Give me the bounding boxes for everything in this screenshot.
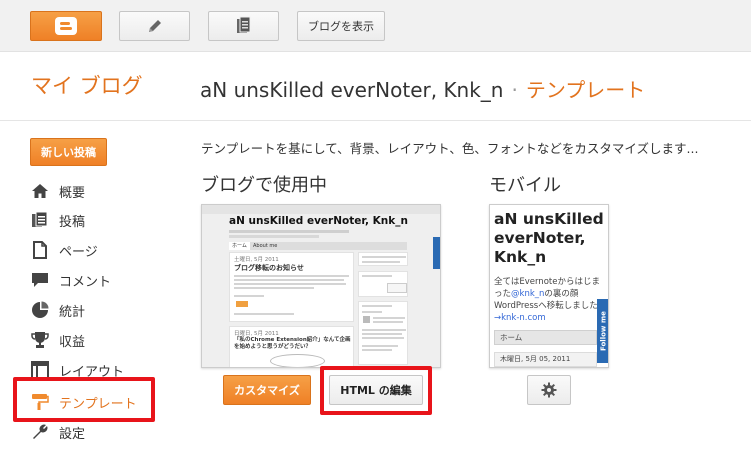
preview-button — [387, 283, 407, 293]
sidebar-item-label: 概要 — [59, 185, 86, 201]
sidebar-item-overview[interactable]: 概要 — [31, 179, 85, 203]
title-separator: · — [511, 78, 518, 102]
preview-text-line — [234, 275, 349, 277]
mobile-site-link: →knk-n.com — [494, 313, 546, 323]
preview-text-line — [234, 287, 314, 289]
wrench-icon — [33, 424, 48, 439]
preview-text-line — [234, 279, 344, 281]
in-use-heading: ブログで使用中 — [201, 175, 327, 196]
preview-text-line — [362, 337, 404, 339]
comment-icon — [32, 273, 48, 287]
preview-text-line — [234, 295, 264, 297]
new-post-button[interactable]: 新しい投稿 — [30, 138, 107, 166]
preview-avatar — [363, 316, 370, 323]
mobile-blog-description: 全てはEvernoteからはじまった@knk_nの裏の顔 WordPressへ移… — [494, 276, 602, 324]
sidebar-item-label: 設定 — [59, 426, 86, 442]
trophy-icon — [31, 332, 49, 348]
new-post-pencil-button[interactable] — [119, 11, 190, 41]
preview-follow-tab — [433, 237, 440, 269]
documents-icon — [236, 16, 250, 33]
sidebar-item-posts[interactable]: 投稿 — [31, 208, 85, 232]
preview-post-date: 土曜日, 5月 2011 — [234, 257, 279, 263]
preview-text-line — [362, 275, 392, 277]
posts-list-button[interactable] — [208, 11, 279, 41]
sidebar-item-comments[interactable]: コメント — [31, 268, 111, 292]
header-divider — [0, 120, 751, 121]
preview-text-line — [362, 329, 406, 331]
preview-text-line — [373, 321, 403, 323]
preview-post-date: 日曜日, 5月 2011 — [234, 331, 279, 337]
preview-browser-bar — [202, 205, 440, 214]
sidebar-item-label: ページ — [59, 244, 98, 260]
blogger-home-button[interactable] — [30, 11, 102, 41]
sidebar-item-stats[interactable]: 統計 — [31, 298, 85, 322]
preview-post-title: 「私のChrome Extension紹介」なんて企画を始めようと思うがどうだい… — [234, 337, 351, 350]
pencil-icon — [148, 20, 161, 32]
pages-icon — [33, 241, 47, 259]
mobile-heading: モバイル — [489, 175, 561, 196]
preview-blog-desc-2 — [229, 235, 319, 238]
preview-text-line — [234, 283, 346, 285]
sidebar-item-label: 収益 — [59, 334, 86, 350]
preview-text-line — [362, 333, 402, 335]
desktop-template-preview[interactable]: aN unsKilled everNoter, Knk_n ホーム About … — [201, 204, 441, 368]
preview-tab: About me — [253, 243, 278, 249]
mobile-blog-title: aN unsKilled everNoter, Knk_n — [494, 210, 604, 266]
sidebar-item-pages[interactable]: ページ — [31, 238, 98, 262]
my-blogs-link[interactable]: マイ ブログ — [31, 70, 143, 100]
home-icon — [32, 184, 48, 198]
preview-image — [270, 354, 325, 367]
template-highlight-box — [13, 377, 155, 422]
preview-badge — [236, 301, 248, 307]
page-title: aN unsKilled everNoter, Knk_n · テンプレート — [200, 74, 645, 103]
preview-tab: ホーム — [229, 242, 250, 250]
template-description: テンプレートを基にして、背景、レイアウト、色、フォントなどをカスタマイズします.… — [201, 141, 699, 156]
preview-post-card: 土曜日, 5月 2011 ブログ移転のお知らせ — [229, 252, 354, 322]
preview-blog-title: aN unsKilled everNoter, Knk_n — [229, 215, 408, 227]
preview-sidebar-widget — [358, 252, 408, 266]
gear-icon — [541, 382, 557, 398]
preview-text-line — [362, 305, 392, 307]
preview-post-title: ブログ移転のお知らせ — [234, 264, 304, 272]
mobile-post-date: 木曜日, 5月 05, 2011 — [494, 352, 597, 367]
mobile-template-preview[interactable]: aN unsKilled everNoter, Knk_n 全てはEvernot… — [489, 204, 609, 368]
current-page-name: テンプレート — [525, 78, 646, 102]
top-toolbar: ブログを表示 — [0, 0, 751, 52]
blogger-logo-icon — [55, 17, 77, 35]
view-blog-button[interactable]: ブログを表示 — [297, 11, 385, 41]
preview-sidebar-widget — [358, 271, 408, 297]
preview-text-line — [362, 311, 382, 313]
mobile-desc-link: @knk_n — [511, 289, 545, 299]
customize-button[interactable]: カスタマイズ — [223, 375, 311, 405]
sidebar-item-label: 投稿 — [59, 214, 86, 230]
preview-text-line — [373, 317, 405, 319]
follow-me-tab: Follow me — [597, 299, 608, 363]
mobile-home-nav: ホーム — [494, 330, 597, 345]
sidebar-item-settings[interactable]: 設定 — [31, 420, 85, 444]
preview-post-card: 日曜日, 5月 2011 「私のChrome Extension紹介」なんて企画… — [229, 326, 354, 367]
preview-text-line — [362, 261, 400, 263]
preview-text-line — [362, 256, 406, 258]
sidebar-item-label: 統計 — [59, 304, 86, 320]
sidebar-item-label: コメント — [59, 274, 112, 290]
sidebar-item-earnings[interactable]: 収益 — [31, 328, 85, 352]
preview-text-line — [234, 313, 294, 315]
mobile-settings-button[interactable] — [527, 375, 571, 405]
preview-text-line — [362, 349, 392, 351]
preview-blog-desc — [229, 230, 349, 233]
preview-text-line — [362, 345, 398, 347]
preview-sidebar-widget — [358, 301, 408, 365]
posts-icon — [32, 211, 48, 227]
pie-chart-icon — [32, 301, 49, 318]
blog-name: aN unsKilled everNoter, Knk_n — [200, 78, 504, 102]
edit-html-highlight-box — [320, 366, 432, 415]
